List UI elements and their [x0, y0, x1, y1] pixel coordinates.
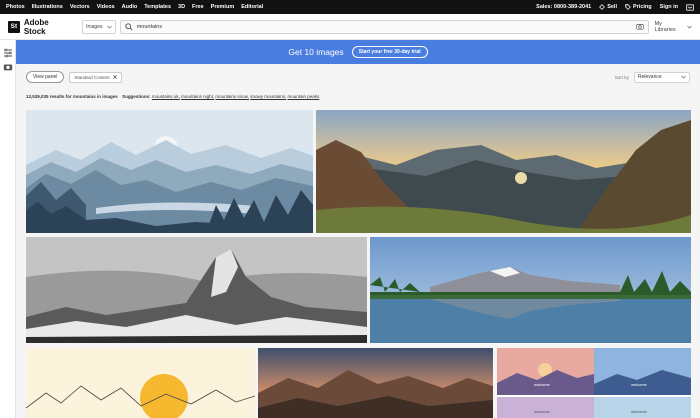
- category-nav: Photos Illustrations Vectors Videos Audi…: [6, 4, 263, 10]
- free-trial-button[interactable]: Start your free 30-day trial: [351, 46, 428, 58]
- sort-control: Sort by Relevance: [614, 71, 690, 83]
- result-image[interactable]: [258, 348, 493, 418]
- search-icon: [125, 22, 133, 31]
- lake-reflection-photo: [370, 237, 691, 343]
- bw-peak-photo: [26, 237, 367, 343]
- result-image[interactable]: [26, 110, 313, 233]
- result-image[interactable]: [370, 237, 691, 343]
- tag-icon: [625, 4, 631, 10]
- sun-line-art: [26, 348, 255, 418]
- results-count: 13,539,035 results for mountains in imag…: [26, 94, 118, 99]
- result-image[interactable]: [26, 237, 367, 343]
- top-nav-right: Sales: 0800-389-2041 Sell Pricing Sign i…: [536, 3, 694, 11]
- nav-videos[interactable]: Videos: [97, 4, 115, 10]
- results-summary: 13,539,035 results for mountains in imag…: [26, 94, 319, 99]
- my-libraries-label: My Libraries: [654, 20, 676, 33]
- left-rail: [0, 40, 16, 418]
- nav-editorial[interactable]: Editorial: [241, 4, 263, 10]
- welcome-label: welcome: [534, 409, 550, 414]
- cart-icon[interactable]: [686, 3, 694, 11]
- sort-label: Sort by: [614, 74, 629, 80]
- suggestion-link[interactable]: mountains snow,: [215, 94, 249, 99]
- suggestion-link[interactable]: mountain peaks: [288, 94, 320, 99]
- welcome-templates: [497, 348, 691, 418]
- sales-phone: Sales: 0800-389-2041: [536, 4, 592, 10]
- sell-link[interactable]: Sell: [599, 4, 617, 10]
- suggestions-label: Suggestions:: [122, 94, 151, 99]
- filters-icon[interactable]: [3, 48, 13, 58]
- suggestion-link[interactable]: mountains uk,: [152, 94, 180, 99]
- nav-premium[interactable]: Premium: [211, 4, 235, 10]
- result-image[interactable]: welcome welcome welcome welcome: [497, 348, 691, 418]
- nav-audio[interactable]: Audio: [122, 4, 138, 10]
- nav-vectors[interactable]: Vectors: [70, 4, 90, 10]
- promo-banner: Get 10 images Start your free 30-day tri…: [16, 40, 700, 64]
- filter-chip-label: Standard Content: [74, 74, 110, 80]
- blue-mountains-illustration: [26, 110, 313, 233]
- view-panel-button[interactable]: View panel: [26, 71, 65, 83]
- logo-text[interactable]: Adobe Stock: [24, 18, 72, 36]
- asset-type-select[interactable]: Images: [82, 19, 116, 34]
- search-bar: [119, 19, 649, 34]
- top-nav: Photos Illustrations Vectors Videos Audi…: [0, 0, 700, 14]
- welcome-label: welcome: [631, 409, 647, 414]
- sell-icon: [599, 4, 606, 10]
- nav-illustrations[interactable]: Illustrations: [32, 4, 63, 10]
- site-header: St Adobe Stock Images My Libraries: [0, 14, 700, 40]
- banner-message: Get 10 images: [288, 47, 344, 57]
- result-image[interactable]: [316, 110, 691, 233]
- welcome-label: welcome: [631, 382, 647, 387]
- asset-type-value: Images: [86, 23, 103, 30]
- chevron-down-icon: [687, 25, 692, 28]
- filter-bar: View panel Standard Content Sort by Rele…: [16, 64, 700, 90]
- sell-label: Sell: [607, 4, 617, 10]
- search-input[interactable]: [136, 23, 636, 30]
- close-icon[interactable]: [112, 75, 117, 79]
- camera-icon[interactable]: [3, 62, 13, 72]
- adobe-stock-logo[interactable]: St: [8, 20, 20, 33]
- chevron-down-icon: [681, 75, 686, 79]
- sort-value: Relevance: [638, 74, 662, 80]
- pricing-label: Pricing: [633, 4, 652, 10]
- welcome-label: welcome: [534, 382, 550, 387]
- result-image[interactable]: [26, 348, 255, 418]
- chevron-down-icon: [106, 25, 112, 28]
- sunrise-ridge-photo: [258, 348, 493, 418]
- sort-select[interactable]: Relevance: [634, 71, 690, 83]
- camera-icon[interactable]: [635, 23, 644, 30]
- signin-link[interactable]: Sign in: [660, 4, 678, 10]
- suggestion-link[interactable]: snowy mountains,: [250, 94, 286, 99]
- filter-chip[interactable]: Standard Content: [69, 71, 122, 83]
- nav-photos[interactable]: Photos: [6, 4, 25, 10]
- nav-templates[interactable]: Templates: [144, 4, 171, 10]
- my-libraries-dropdown[interactable]: My Libraries: [655, 21, 692, 33]
- nav-free[interactable]: Free: [192, 4, 204, 10]
- nav-3d[interactable]: 3D: [178, 4, 185, 10]
- sunset-valley-photo: [316, 110, 691, 233]
- suggestion-link[interactable]: mountains night,: [181, 94, 214, 99]
- pricing-link[interactable]: Pricing: [625, 4, 652, 10]
